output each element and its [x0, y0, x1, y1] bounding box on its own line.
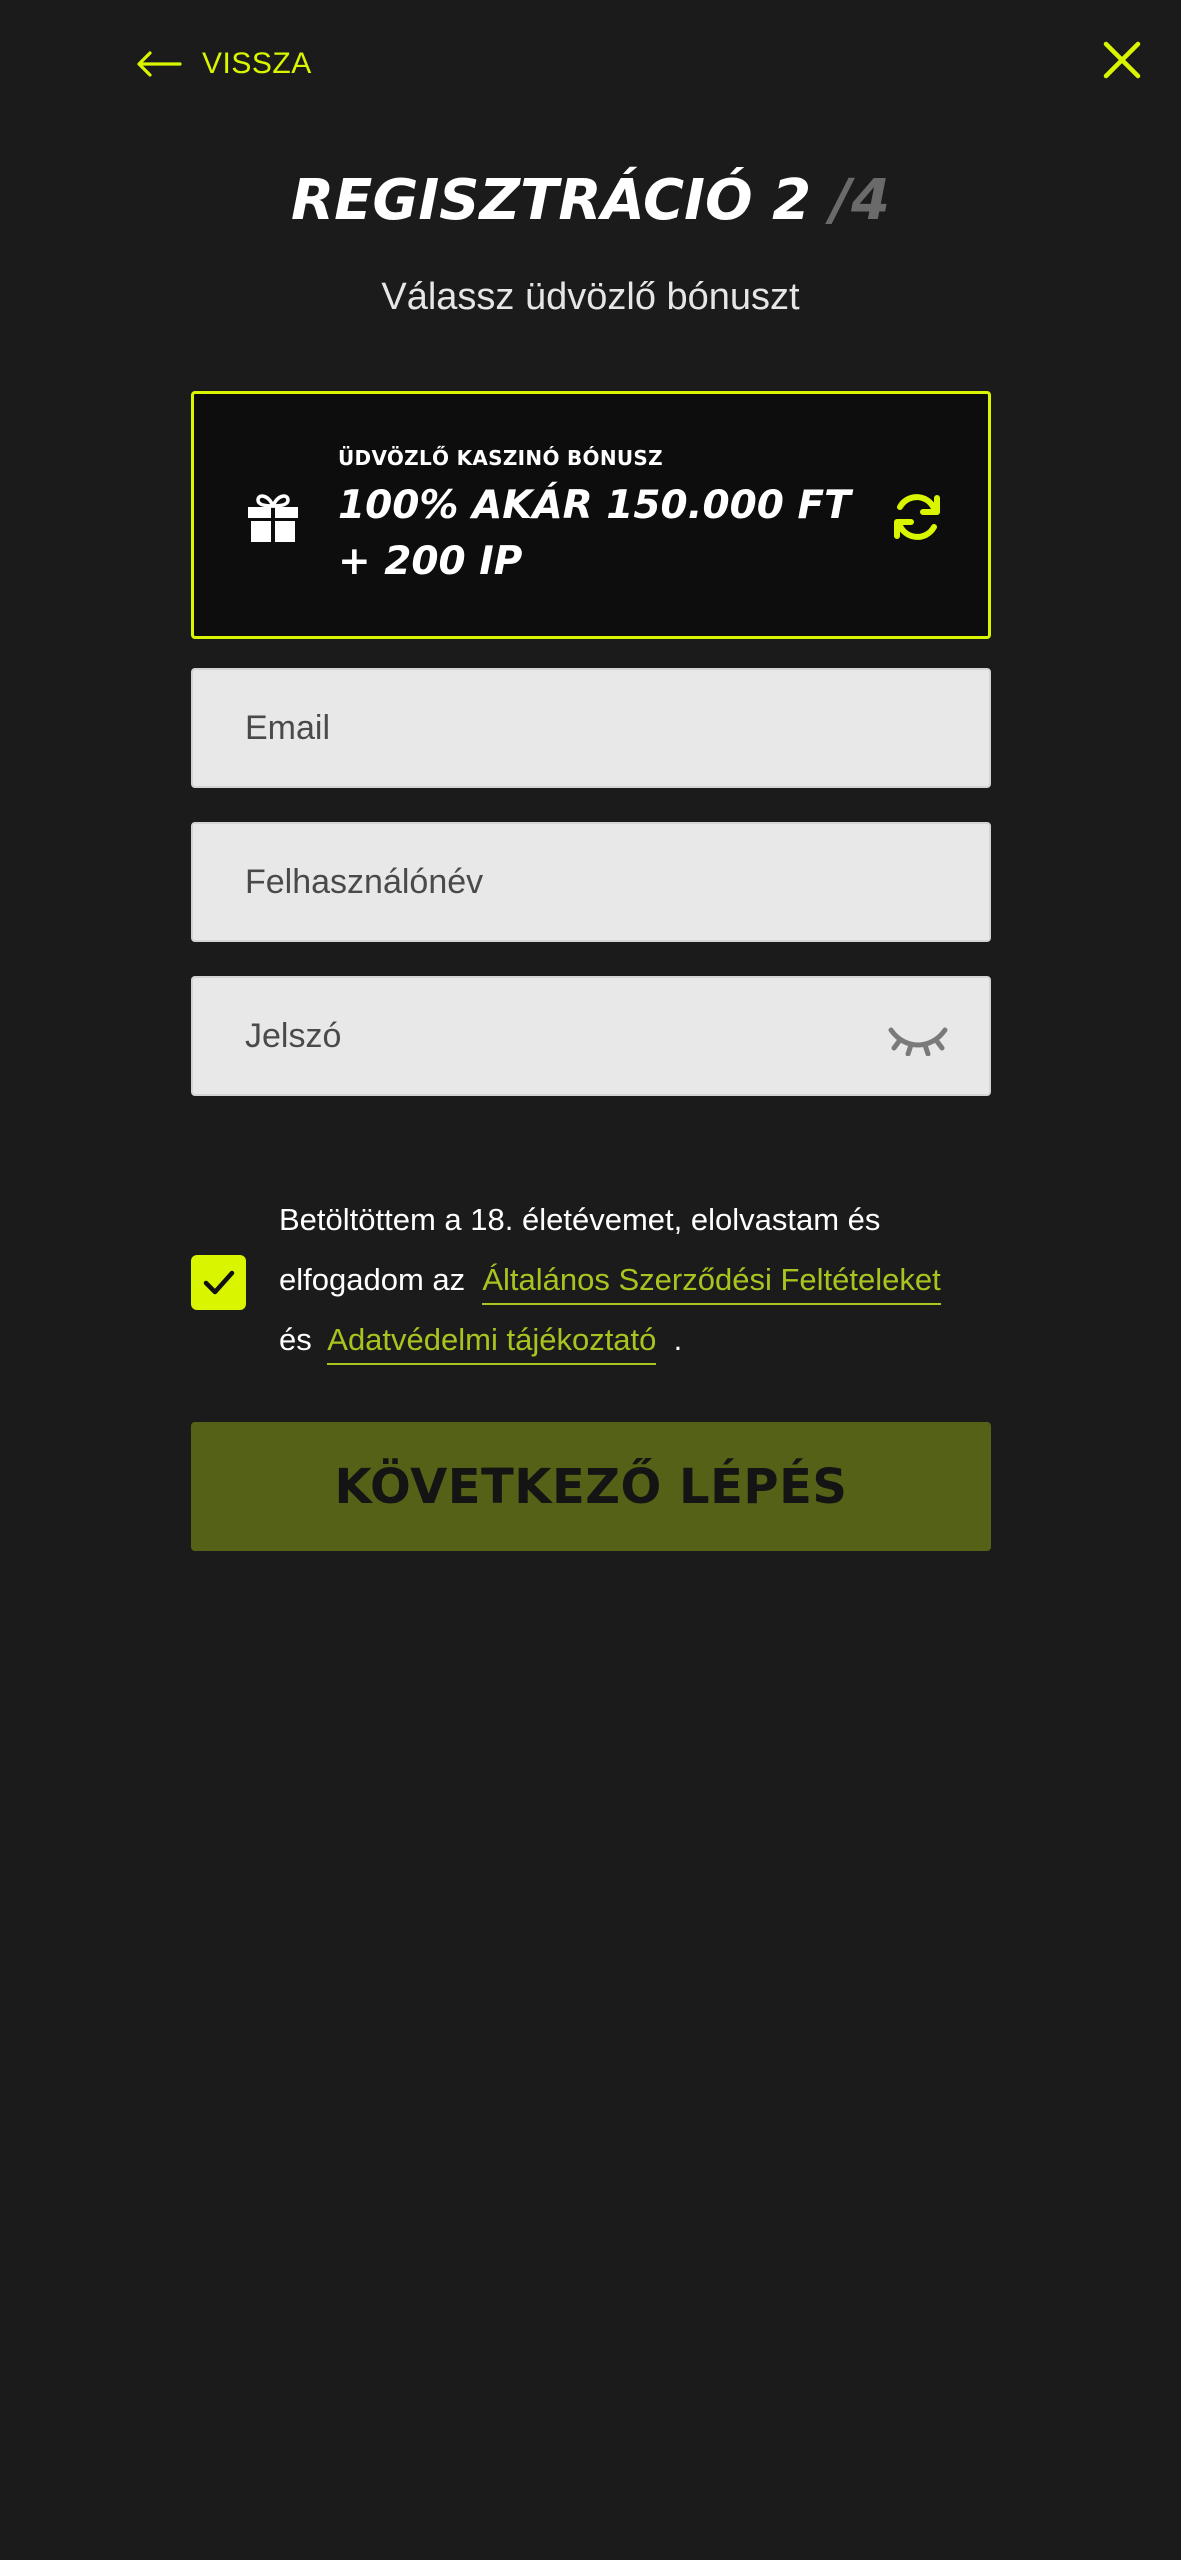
password-input[interactable]: [245, 978, 885, 1094]
terms-line-3: és Adatvédelmi tájékoztató .: [279, 1316, 999, 1376]
terms-link[interactable]: Általános Szerződési Feltételeket: [482, 1262, 941, 1305]
close-icon[interactable]: [1100, 38, 1144, 82]
page-title: REGISZTRÁCIÓ 2 /4: [0, 168, 1181, 233]
refresh-icon[interactable]: [890, 490, 944, 544]
username-field[interactable]: [191, 822, 991, 942]
next-step-button[interactable]: KÖVETKEZŐ LÉPÉS: [191, 1422, 991, 1551]
checkmark-icon: [203, 1270, 235, 1295]
bonus-card[interactable]: ÜDVÖZLŐ KASZINÓ BÓNUSZ 100% AKÁR 150.000…: [191, 391, 991, 639]
terms-checkbox[interactable]: [191, 1255, 246, 1310]
bonus-title: 100% AKÁR 150.000 FT + 200 IP: [338, 483, 851, 584]
terms-line-2: elfogadom az Általános Szerződési Feltét…: [279, 1256, 999, 1316]
privacy-link[interactable]: Adatvédelmi tájékoztató: [327, 1322, 657, 1365]
eye-closed-icon[interactable]: [887, 1020, 949, 1056]
email-field[interactable]: [191, 668, 991, 788]
terms-text: Betöltöttem a 18. életévemet, elolvastam…: [279, 1196, 999, 1376]
page-subtitle: Válassz üdvözlő bónuszt: [381, 276, 800, 318]
top-bar: VISSZA: [0, 0, 1181, 130]
terms-line-1: Betöltöttem a 18. életévemet, elolvastam…: [279, 1196, 999, 1256]
terms-text-3: és: [279, 1322, 312, 1357]
title-main: REGISZTRÁCIÓ 2: [291, 168, 812, 233]
title-step-total: /4: [830, 168, 890, 233]
bonus-label: ÜDVÖZLŐ KASZINÓ BÓNUSZ: [338, 446, 663, 470]
terms-text-4: .: [673, 1322, 683, 1357]
back-button[interactable]: VISSZA: [136, 40, 312, 88]
email-input[interactable]: [245, 670, 885, 786]
terms-text-2: elfogadom az: [279, 1262, 466, 1297]
password-field[interactable]: [191, 976, 991, 1096]
terms-text-1: Betöltöttem a 18. életévemet, elolvastam…: [279, 1202, 881, 1237]
username-input[interactable]: [245, 824, 885, 940]
gift-icon: [248, 494, 298, 542]
back-label: VISSZA: [202, 47, 312, 80]
arrow-left-icon: [137, 51, 182, 77]
